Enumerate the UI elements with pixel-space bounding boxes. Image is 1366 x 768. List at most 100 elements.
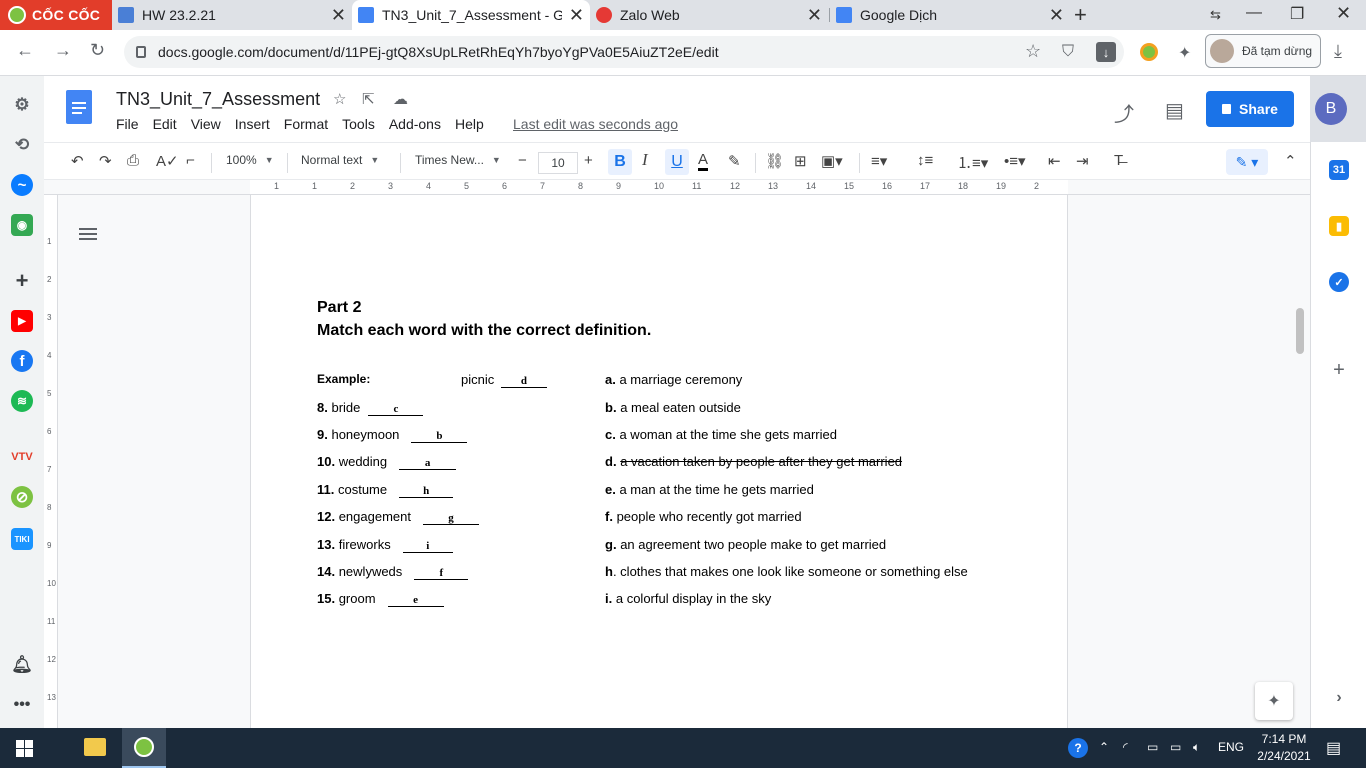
extensions-puzzle-icon[interactable]: ✦ xyxy=(1178,43,1191,63)
profile-button[interactable]: Đã tạm dừng xyxy=(1205,34,1321,68)
menu-edit[interactable]: Edit xyxy=(153,116,177,132)
close-icon[interactable]: ✕ xyxy=(331,5,346,26)
menu-file[interactable]: File xyxy=(116,116,139,132)
vertical-scrollbar[interactable] xyxy=(1296,308,1304,354)
increase-indent-icon[interactable]: ⇥ xyxy=(1076,152,1089,170)
calendar-icon[interactable]: 31 xyxy=(1329,160,1349,180)
window-close-icon[interactable]: ✕ xyxy=(1336,3,1351,24)
tasks-icon[interactable]: ✓ xyxy=(1329,272,1349,292)
menu-insert[interactable]: Insert xyxy=(235,116,270,132)
cloud-saved-icon[interactable]: ☁ xyxy=(393,90,408,108)
expand-panel-icon[interactable]: › xyxy=(1329,688,1349,708)
forward-icon[interactable]: → xyxy=(54,40,72,61)
link-icon[interactable]: ⛓ xyxy=(765,152,784,170)
spellcheck-icon[interactable]: A✓ xyxy=(156,152,179,170)
line-spacing-icon[interactable]: ↕≡ xyxy=(917,152,933,169)
facebook-icon[interactable]: f xyxy=(11,350,33,372)
more-icon[interactable]: ••• xyxy=(11,694,33,716)
bookmark-star-icon[interactable]: ☆ xyxy=(1025,41,1041,62)
new-tab-icon[interactable]: + xyxy=(1074,2,1087,28)
coccoc-brand[interactable]: CỐC CỐC xyxy=(0,0,112,30)
messenger-icon[interactable]: ~ xyxy=(11,174,33,196)
underline-button[interactable]: U xyxy=(665,149,689,175)
text-color-icon[interactable]: A xyxy=(698,152,709,171)
redo-icon[interactable]: ↷ xyxy=(99,152,112,170)
image-icon[interactable]: ▣▾ xyxy=(821,152,843,170)
collapse-menus-icon[interactable]: ⌃ xyxy=(1284,152,1297,170)
add-icon[interactable]: + xyxy=(11,268,33,293)
language-indicator[interactable]: ENG xyxy=(1218,740,1244,754)
comments-icon[interactable]: ▤ xyxy=(1165,98,1184,123)
shield-icon[interactable]: ⛉ xyxy=(1062,43,1074,61)
download-icon[interactable]: ↓ xyxy=(1096,42,1116,62)
share-button[interactable]: Share xyxy=(1206,91,1294,127)
minimize-icon[interactable]: — xyxy=(1246,4,1262,22)
answer-blank[interactable]: i xyxy=(402,540,453,553)
answer-blank[interactable]: a xyxy=(399,457,457,470)
document-outline-icon[interactable] xyxy=(79,228,97,244)
tab-zalo[interactable]: Zalo Web ✕ xyxy=(590,0,828,30)
history-icon[interactable]: ⟲ xyxy=(11,134,33,156)
system-clock[interactable]: 7:14 PM 2/24/2021 xyxy=(1252,731,1316,765)
wifi-icon[interactable]: ◜ xyxy=(1123,740,1128,754)
horizontal-ruler[interactable]: 1 1 2 3 4 5 6 7 8 9 10 11 12 13 14 15 16 17 18 19 2 xyxy=(250,180,1068,195)
last-edit-link[interactable]: Last edit was seconds ago xyxy=(513,116,678,132)
answer-blank[interactable]: b xyxy=(411,430,468,443)
menu-help[interactable]: Help xyxy=(455,116,484,132)
close-icon[interactable]: ✕ xyxy=(569,5,584,26)
increase-font-size-icon[interactable]: + xyxy=(584,152,593,169)
tab-assessment[interactable]: TN3_Unit_7_Assessment - Goo ✕ xyxy=(352,0,590,30)
font-select[interactable]: Times New... ▼ xyxy=(415,153,501,167)
vertical-ruler[interactable]: 1 2 3 4 5 6 7 8 9 10 11 12 13 xyxy=(44,195,58,728)
style-select[interactable]: Normal text ▼ xyxy=(301,153,379,167)
bold-button[interactable]: B xyxy=(608,149,632,175)
answer-blank[interactable]: f xyxy=(414,567,469,580)
keep-icon[interactable]: ▮ xyxy=(1329,216,1349,236)
italic-button[interactable]: I xyxy=(642,150,648,170)
windows-start-icon[interactable] xyxy=(16,740,33,757)
file-explorer-icon[interactable] xyxy=(84,738,106,756)
decrease-font-size-icon[interactable]: − xyxy=(518,152,527,169)
url-bar[interactable]: docs.google.com/document/d/11PEj-gtQ8XsU… xyxy=(124,36,1124,68)
tab-translate[interactable]: Google Dịch ✕ xyxy=(830,0,1070,30)
settings-gear-icon[interactable]: ⚙ xyxy=(11,94,33,116)
bulleted-list-icon[interactable]: •≡▾ xyxy=(1004,152,1026,170)
close-icon[interactable]: ✕ xyxy=(807,5,822,26)
volume-icon[interactable]: 🔈︎ xyxy=(1193,740,1200,755)
help-icon[interactable]: ? xyxy=(1068,738,1088,758)
account-avatar[interactable]: B xyxy=(1315,93,1347,125)
document-page[interactable]: Part 2 Match each word with the correct … xyxy=(250,195,1068,728)
undo-icon[interactable]: ↶ xyxy=(71,152,84,170)
battery-icon[interactable]: ▭ xyxy=(1170,740,1181,754)
close-icon[interactable]: ✕ xyxy=(1049,5,1064,26)
chevron-up-icon[interactable]: ⌃ xyxy=(1099,740,1109,754)
tab-hw[interactable]: HW 23.2.21 ✕ xyxy=(112,0,352,30)
extension-coccoc-icon[interactable] xyxy=(1140,43,1158,61)
editing-mode-button[interactable]: ✎ ▾ xyxy=(1226,149,1268,175)
star-icon[interactable]: ☆ xyxy=(333,90,346,108)
answer-blank[interactable]: g xyxy=(422,512,479,525)
menu-addons[interactable]: Add-ons xyxy=(389,116,441,132)
answer-blank[interactable]: e xyxy=(387,594,444,607)
tab-search-icon[interactable]: ⇆ xyxy=(1210,7,1221,23)
zoom-select[interactable]: 100% ▼ xyxy=(226,153,274,167)
paint-format-icon[interactable]: ⌐ xyxy=(186,152,195,169)
coccoc-app-icon[interactable]: ⊘ xyxy=(11,486,33,508)
coccoc-taskbar-button[interactable] xyxy=(122,728,166,768)
meet-icon[interactable]: ▭ xyxy=(1147,740,1158,754)
spotify-icon[interactable]: ≋ xyxy=(11,390,33,412)
tiki-icon[interactable]: TIKI xyxy=(11,528,33,550)
reload-icon[interactable]: ↻ xyxy=(90,40,105,61)
answer-blank[interactable]: c xyxy=(368,403,424,416)
menu-view[interactable]: View xyxy=(191,116,221,132)
decrease-indent-icon[interactable]: ⇤ xyxy=(1048,152,1061,170)
game-controller-icon[interactable]: ◉ xyxy=(11,214,33,236)
youtube-icon[interactable]: ▶ xyxy=(11,310,33,332)
download-arrow-icon[interactable]: ⤓ xyxy=(1334,41,1342,62)
action-center-icon[interactable]: ▤ xyxy=(1326,738,1341,758)
clear-format-icon[interactable]: T̶ xyxy=(1114,152,1123,169)
numbered-list-icon[interactable]: ⒈≡▾ xyxy=(957,152,988,173)
restore-icon[interactable]: ❐ xyxy=(1290,4,1304,24)
comment-icon[interactable]: ⊞ xyxy=(794,152,807,170)
vtv-go-icon[interactable]: VTV xyxy=(11,446,33,468)
